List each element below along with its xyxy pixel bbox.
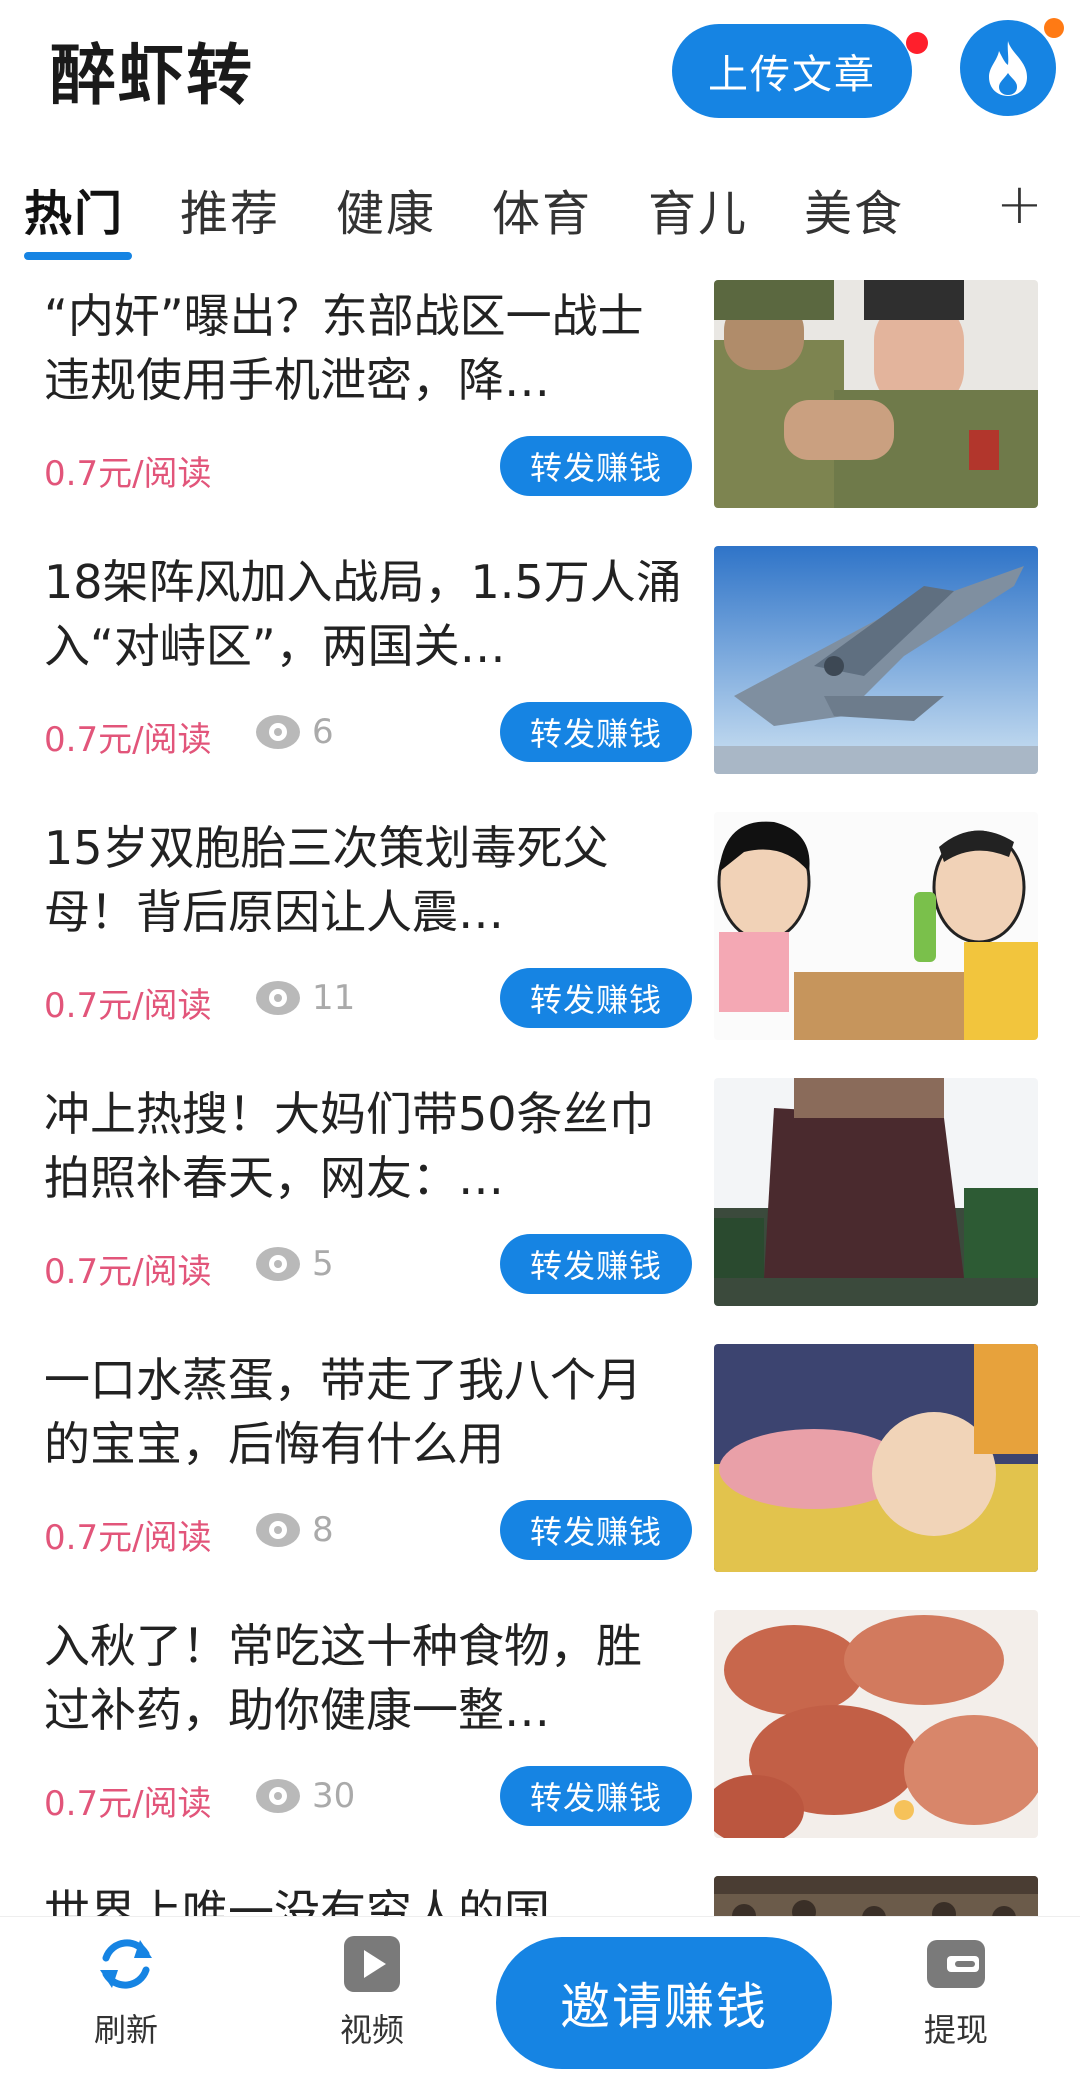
article-thumbnail: [714, 546, 1038, 774]
share-earn-button[interactable]: 转发赚钱: [500, 702, 692, 762]
nav-video[interactable]: 视频: [302, 1931, 442, 2051]
article-title: 入秋了！常吃这十种食物，胜过补药，助你健康一整…: [44, 1619, 642, 1737]
price-per-read: 0.7元/阅读: [44, 720, 212, 760]
article-title: 18架阵风加入战局，1.5万人涌入“对峙区”，两国关…: [44, 555, 682, 673]
price-per-read: 0.7元/阅读: [44, 986, 212, 1026]
upload-article-button[interactable]: 上传文章: [672, 24, 912, 118]
tab-food[interactable]: 美食: [804, 174, 904, 244]
article-thumbnail: [714, 1344, 1038, 1572]
view-count: 5: [256, 1244, 334, 1284]
video-icon: [339, 1931, 405, 1997]
tab-parenting[interactable]: 育儿: [648, 174, 748, 244]
article-thumbnail: [714, 280, 1038, 508]
header: 醉虾转 上传文章: [0, 0, 1080, 150]
category-tabs: 热门 推荐 健康 体育 育儿 美食 +: [0, 160, 1080, 270]
price-per-read: 0.7元/阅读: [44, 1252, 212, 1292]
invite-earn-button[interactable]: 邀请赚钱: [496, 1937, 832, 2069]
share-earn-button[interactable]: 转发赚钱: [500, 1500, 692, 1560]
article-thumbnail: [714, 812, 1038, 1040]
share-earn-button[interactable]: 转发赚钱: [500, 968, 692, 1028]
nav-refresh[interactable]: 刷新: [56, 1931, 196, 2051]
article-thumbnail: [714, 1078, 1038, 1306]
article-title: 一口水蒸蛋，带走了我八个月的宝宝，后悔有什么用: [44, 1353, 642, 1471]
article-item[interactable]: 15岁双胞胎三次策划毒死父母！背后原因让人震… 0.7元/阅读 11 转发赚钱: [0, 802, 1080, 1068]
share-earn-button[interactable]: 转发赚钱: [500, 1234, 692, 1294]
share-earn-button[interactable]: 转发赚钱: [500, 1766, 692, 1826]
article-title: 冲上热搜！大妈们带50条丝巾拍照补春天，网友：…: [44, 1087, 655, 1205]
flame-icon: [989, 41, 1027, 96]
eye-icon: [256, 1513, 300, 1547]
eye-icon: [256, 715, 300, 749]
tab-hot[interactable]: 热门: [24, 174, 124, 244]
view-count: 30: [256, 1776, 355, 1816]
active-tab-indicator: [24, 252, 132, 260]
view-count: 6: [256, 712, 334, 752]
article-title: 15岁双胞胎三次策划毒死父母！背后原因让人震…: [44, 821, 609, 939]
refresh-icon: [93, 1931, 159, 1997]
price-per-read: 0.7元/阅读: [44, 454, 212, 494]
share-earn-button[interactable]: 转发赚钱: [500, 436, 692, 496]
notification-dot: [906, 32, 928, 54]
article-thumbnail: [714, 1610, 1038, 1838]
eye-icon: [256, 1247, 300, 1281]
hot-button[interactable]: [960, 20, 1056, 116]
bottom-nav: 刷新 视频 邀请赚钱 提现: [0, 1916, 1080, 2086]
eye-icon: [256, 1779, 300, 1813]
article-title: “内奸”曝出？东部战区一战士违规使用手机泄密，降…: [44, 289, 644, 407]
price-per-read: 0.7元/阅读: [44, 1784, 212, 1824]
app-title: 醉虾转: [50, 37, 254, 114]
article-item[interactable]: 一口水蒸蛋，带走了我八个月的宝宝，后悔有什么用 0.7元/阅读 8 转发赚钱: [0, 1334, 1080, 1600]
view-count: 11: [256, 978, 355, 1018]
nav-withdraw[interactable]: 提现: [886, 1931, 1026, 2051]
price-per-read: 0.7元/阅读: [44, 1518, 212, 1558]
article-item[interactable]: 入秋了！常吃这十种食物，胜过补药，助你健康一整… 0.7元/阅读 30 转发赚钱: [0, 1600, 1080, 1866]
eye-icon: [256, 981, 300, 1015]
article-item[interactable]: 冲上热搜！大妈们带50条丝巾拍照补春天，网友：… 0.7元/阅读 5 转发赚钱: [0, 1068, 1080, 1334]
wallet-icon: [923, 1931, 989, 1997]
add-tab-button[interactable]: +: [996, 172, 1043, 237]
article-item[interactable]: 18架阵风加入战局，1.5万人涌入“对峙区”，两国关… 0.7元/阅读 6 转发…: [0, 536, 1080, 802]
article-item[interactable]: “内奸”曝出？东部战区一战士违规使用手机泄密，降… 0.7元/阅读 转发赚钱: [0, 270, 1080, 536]
tab-recommend[interactable]: 推荐: [180, 174, 280, 244]
tab-health[interactable]: 健康: [336, 174, 436, 244]
tab-sports[interactable]: 体育: [492, 174, 592, 244]
view-count: 8: [256, 1510, 334, 1550]
hot-badge-dot: [1044, 18, 1064, 38]
